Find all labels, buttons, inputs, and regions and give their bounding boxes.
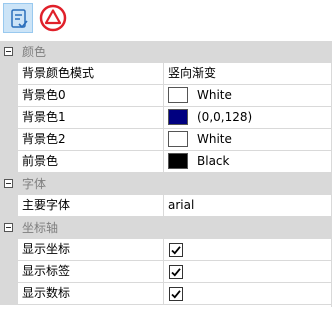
property-value[interactable]: White xyxy=(164,85,331,107)
checkmark-icon xyxy=(171,268,181,277)
color-swatch[interactable] xyxy=(168,153,188,169)
row-gutter xyxy=(0,151,18,173)
property-name: 主要字体 xyxy=(18,195,164,217)
color-value: (0,0,128) xyxy=(197,110,253,124)
category-row[interactable]: 颜色 xyxy=(0,41,331,63)
category-bar xyxy=(18,217,331,239)
property-row[interactable]: 显示数标 xyxy=(0,283,331,305)
property-row[interactable]: 显示坐标 xyxy=(0,239,331,261)
property-name: 背景颜色模式 xyxy=(18,63,164,85)
property-row[interactable]: 前景色 Black xyxy=(0,151,331,173)
color-value: White xyxy=(197,132,232,146)
category-row[interactable]: 字体 xyxy=(0,173,331,195)
category-row[interactable]: 坐标轴 xyxy=(0,217,331,239)
collapse-toggle-icon[interactable] xyxy=(4,179,13,188)
property-value[interactable]: arial xyxy=(164,195,331,217)
category-name: 颜色 xyxy=(22,45,47,59)
property-value[interactable]: Black xyxy=(164,151,331,173)
property-row[interactable]: 背景色1 (0,0,128) xyxy=(0,107,331,129)
row-gutter xyxy=(0,85,18,107)
category-name: 字体 xyxy=(22,177,47,191)
row-gutter xyxy=(0,239,18,261)
warning-triangle-icon xyxy=(39,4,67,32)
color-swatch[interactable] xyxy=(168,87,188,103)
color-swatch[interactable] xyxy=(168,109,188,125)
property-row[interactable]: 背景颜色模式 竖向渐变 xyxy=(0,63,331,85)
color-swatch[interactable] xyxy=(168,131,188,147)
property-grid: 颜色背景颜色模式 竖向渐变 背景色0 White 背景色1 (0,0,128) 背景色2 Wh… xyxy=(0,41,331,305)
row-gutter xyxy=(0,173,18,195)
property-name: 显示坐标 xyxy=(18,239,164,261)
color-value: Black xyxy=(197,154,230,168)
property-value[interactable] xyxy=(164,283,331,305)
toolbar xyxy=(0,0,333,38)
row-gutter xyxy=(0,217,18,239)
warning-button[interactable] xyxy=(38,3,68,33)
category-bar xyxy=(18,173,331,195)
categorized-view-icon xyxy=(11,9,28,29)
collapse-toggle-icon[interactable] xyxy=(4,47,13,56)
grid-right-border xyxy=(331,41,332,307)
category-name: 坐标轴 xyxy=(22,221,59,235)
collapse-toggle-icon[interactable] xyxy=(4,223,13,232)
row-gutter xyxy=(0,63,18,85)
property-value[interactable]: White xyxy=(164,129,331,151)
row-gutter xyxy=(0,283,18,305)
row-gutter xyxy=(0,41,18,63)
property-value[interactable]: 竖向渐变 xyxy=(164,63,331,85)
property-value[interactable]: (0,0,128) xyxy=(164,107,331,129)
checkmark-icon xyxy=(171,290,181,299)
property-value[interactable] xyxy=(164,261,331,283)
row-gutter xyxy=(0,129,18,151)
checkbox[interactable] xyxy=(169,243,183,257)
property-value[interactable] xyxy=(164,239,331,261)
property-name: 背景色0 xyxy=(18,85,164,107)
property-row[interactable]: 背景色0 White xyxy=(0,85,331,107)
checkbox[interactable] xyxy=(169,265,183,279)
color-value: White xyxy=(197,88,232,102)
row-gutter xyxy=(0,195,18,217)
property-row[interactable]: 主要字体 arial xyxy=(0,195,331,217)
property-name: 背景色1 xyxy=(18,107,164,129)
categorized-view-button[interactable] xyxy=(3,3,33,33)
checkbox[interactable] xyxy=(169,287,183,301)
property-row[interactable]: 背景色2 White xyxy=(0,129,331,151)
category-bar xyxy=(18,41,331,63)
property-name: 显示标签 xyxy=(18,261,164,283)
property-name: 背景色2 xyxy=(18,129,164,151)
row-gutter xyxy=(0,261,18,283)
property-name: 前景色 xyxy=(18,151,164,173)
row-gutter xyxy=(0,107,18,129)
property-name: 显示数标 xyxy=(18,283,164,305)
property-row[interactable]: 显示标签 xyxy=(0,261,331,283)
checkmark-icon xyxy=(171,246,181,255)
